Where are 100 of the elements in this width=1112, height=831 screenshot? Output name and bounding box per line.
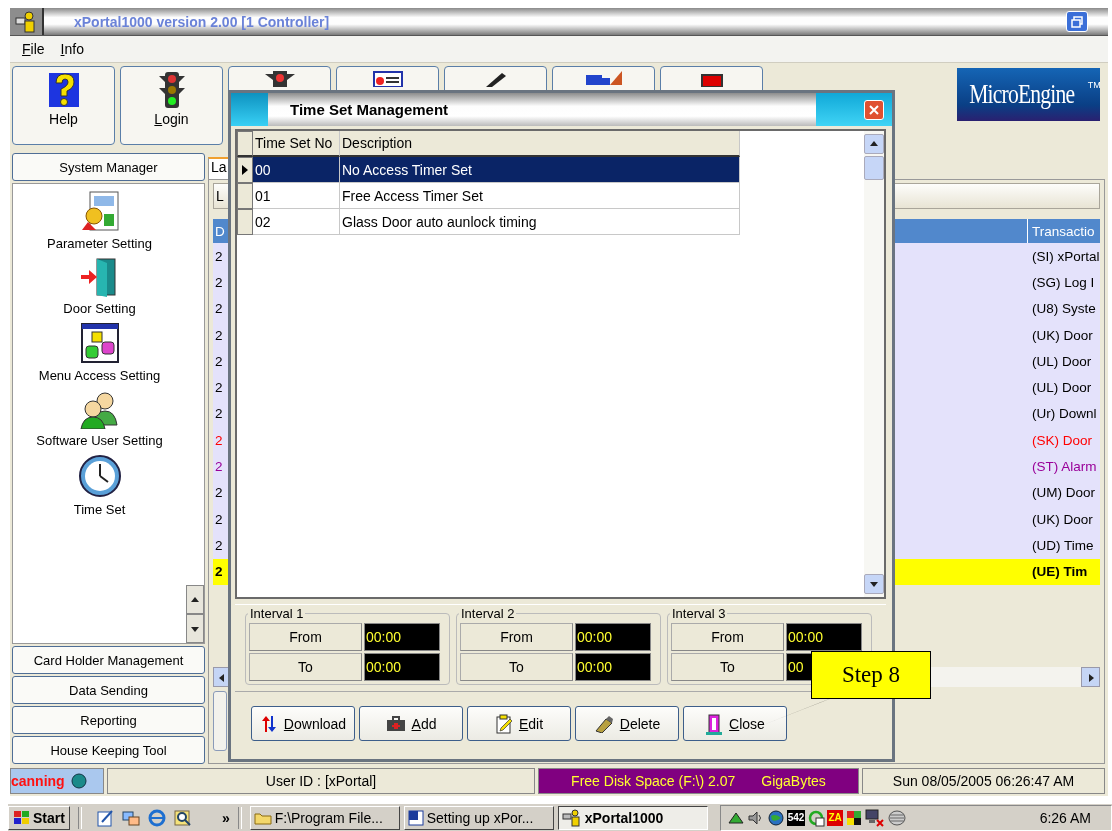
table-cell-text: 2 <box>214 484 224 503</box>
scroll-thumb[interactable] <box>864 156 884 180</box>
dialog-button[interactable]: Delete <box>575 706 679 741</box>
clipboard-icon <box>494 713 513 734</box>
windows-flag-icon <box>13 809 31 826</box>
taskbar-button[interactable]: Setting up xPor... <box>403 805 554 830</box>
section-button[interactable]: Data Sending <box>12 676 205 704</box>
field-label: To <box>460 653 573 681</box>
window-blocks-icon[interactable] <box>79 322 120 364</box>
row-header[interactable] <box>237 157 253 183</box>
field-label: To <box>249 653 362 681</box>
table-cell-text: (UL) Door <box>1031 379 1093 398</box>
sync-icon[interactable] <box>121 808 140 827</box>
table-cell[interactable]: 02 <box>253 209 340 235</box>
menu-item[interactable]: Info <box>54 39 90 59</box>
section-button[interactable]: Reporting <box>12 706 205 734</box>
status-text: GigaBytes <box>761 773 826 789</box>
chevron-button[interactable]: » <box>221 809 230 826</box>
menu-item[interactable]: File <box>16 39 51 59</box>
item-label[interactable]: Door Setting <box>63 301 136 316</box>
two-people-icon[interactable] <box>79 389 120 429</box>
group-title: Interval 3 <box>670 606 728 621</box>
section-button[interactable]: Card Holder Management <box>12 646 205 674</box>
table-cell-text: (U8) Syste <box>1031 300 1097 319</box>
section-button[interactable]: House Keeping Tool <box>12 736 205 764</box>
table-cell-text: 2 <box>214 563 224 582</box>
vertical-scrollbar[interactable] <box>864 131 884 597</box>
search-icon[interactable] <box>173 808 192 827</box>
table-cell-text: (ST) Alarm <box>1031 458 1098 476</box>
disk-icon[interactable] <box>886 808 907 827</box>
tray-icon[interactable]: 542 <box>786 809 806 826</box>
table-cell[interactable]: Free Access Timer Set <box>340 183 740 209</box>
stop-sign-icon <box>698 71 725 87</box>
time-field[interactable]: 00:00 <box>575 653 651 681</box>
section-button[interactable]: System Manager <box>12 153 205 181</box>
column-header[interactable]: Description <box>340 131 740 157</box>
time-field[interactable]: 00:00 <box>364 623 440 651</box>
toolbar-button[interactable]: Login <box>120 66 223 145</box>
globe-icon[interactable] <box>766 808 785 827</box>
settings-sheet-icon[interactable] <box>79 190 120 232</box>
close-icon <box>869 104 879 115</box>
table-cell-text: 2 <box>214 379 224 398</box>
table-cell-text: (Ur) Downl <box>1031 405 1098 424</box>
table-cell-text: 2 <box>214 510 224 529</box>
browser-icon[interactable] <box>147 808 166 827</box>
field-label: From <box>460 623 573 651</box>
dialog-button[interactable]: Add <box>359 706 463 741</box>
refresh-icon[interactable] <box>807 808 826 827</box>
notepad-icon[interactable] <box>95 808 114 827</box>
item-label[interactable]: Parameter Setting <box>47 236 152 251</box>
table-cell-text: 2 <box>214 536 224 555</box>
computer-icon[interactable] <box>864 808 885 827</box>
dialog-button[interactable]: Edit <box>467 706 571 741</box>
status-text: User ID : [xPortal] <box>107 768 535 794</box>
start-button[interactable]: Start <box>8 805 70 830</box>
table-cell-text: 2 <box>214 326 224 345</box>
column-header: D <box>214 222 226 241</box>
restore-icon <box>1071 15 1083 28</box>
time-field[interactable]: 00:00 <box>575 623 651 651</box>
time-field[interactable]: 00:00 <box>364 653 440 681</box>
toolbar-button[interactable]: Help <box>12 66 115 145</box>
table-cell-text: 2 <box>214 405 224 424</box>
table-cell-text: 2 <box>214 458 224 476</box>
dialog-title: Time Set Management <box>290 101 449 118</box>
field-label: To <box>671 653 784 681</box>
taskbar-button[interactable]: F:\Program File... <box>249 805 400 830</box>
table-cell-text: (UM) Door <box>1031 484 1096 503</box>
scroll-down-button[interactable] <box>186 614 204 643</box>
table-cell[interactable]: 01 <box>253 183 340 209</box>
taskbar-button[interactable]: xPortal1000 <box>557 805 708 830</box>
status-light-icon <box>70 773 87 789</box>
item-label[interactable]: Software User Setting <box>36 433 163 448</box>
dialog-button[interactable]: Download <box>251 706 355 741</box>
table-cell[interactable]: No Access Timer Set <box>340 157 740 183</box>
field-label: From <box>249 623 362 651</box>
question-mark-icon <box>46 71 81 109</box>
table-cell-text: 2 <box>214 247 224 266</box>
field-label: From <box>671 623 784 651</box>
eraser-icon <box>593 714 614 733</box>
clock-icon[interactable] <box>77 454 122 498</box>
table-cell[interactable]: Glass Door auto aunlock timing <box>340 209 740 235</box>
close-button[interactable] <box>864 99 884 120</box>
flag-icon[interactable] <box>844 808 863 827</box>
tab[interactable]: La <box>208 157 230 179</box>
group-title: Interval 1 <box>248 606 306 621</box>
first-aid-kit-icon <box>385 715 406 732</box>
step-callout-tooltip: Step 8 <box>811 651 931 699</box>
column-header[interactable]: Time Set No <box>253 131 340 157</box>
item-label[interactable]: Time Set <box>73 502 126 517</box>
time-field[interactable]: 00:00 <box>786 623 862 651</box>
dialog-button[interactable]: Close <box>683 706 787 741</box>
table-cell[interactable]: 00 <box>253 157 340 183</box>
scroll-up-button[interactable] <box>186 585 204 614</box>
tray-icon[interactable]: ZA <box>827 809 843 826</box>
table-cell-text: 2 <box>214 431 224 450</box>
restore-button[interactable] <box>1066 11 1088 32</box>
status-text: canning <box>11 773 65 789</box>
title-bar-block <box>231 93 268 126</box>
status-text: Sun 08/05/2005 06:26:47 AM <box>862 768 1105 794</box>
item-label[interactable]: Menu Access Setting <box>38 368 161 383</box>
